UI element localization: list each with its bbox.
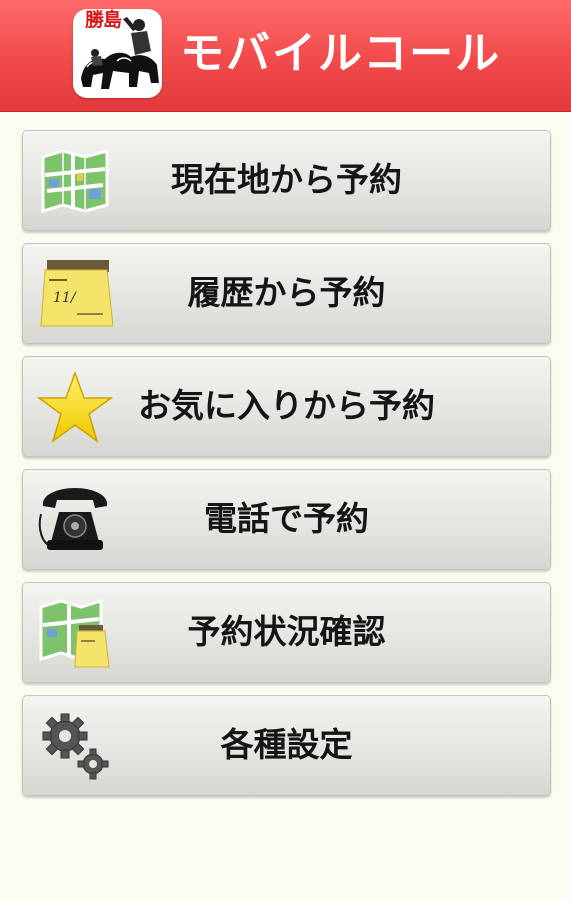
reserve-from-favorites-button[interactable]: お気に入りから予約 [22,356,551,457]
map-icon [37,145,113,217]
notepad-icon: 11/ [37,258,113,330]
reserve-from-current-location-button[interactable]: 現在地から予約 [22,130,551,231]
menu-item-label: 電話で予約 [204,499,369,538]
menu-item-label: 現在地から予約 [171,160,402,199]
menu-item-label: お気に入りから予約 [138,386,435,425]
menu-item-label: 予約状況確認 [187,612,386,651]
menu-item-label: 各種設定 [220,725,353,764]
settings-button[interactable]: 各種設定 [22,695,551,796]
logo-text: 勝島 [84,9,122,31]
map-notepad-icon [37,597,113,669]
main-menu: 現在地から予約 11/ 履歴から予約 お気に入りから予約 電話で予約 予約状況確… [22,130,551,808]
telephone-icon [37,484,113,556]
gears-icon [37,710,113,782]
reservation-status-button[interactable]: 予約状況確認 [22,582,551,683]
app-title: モバイルコール [180,28,502,79]
app-logo: 勝島 [73,9,162,98]
menu-item-label: 履歴から予約 [187,273,386,312]
app-header: 勝島 モバイルコール [0,0,571,112]
reserve-by-phone-button[interactable]: 電話で予約 [22,469,551,570]
reserve-from-history-button[interactable]: 11/ 履歴から予約 [22,243,551,344]
star-icon [37,371,113,443]
svg-text:11/: 11/ [53,290,77,306]
